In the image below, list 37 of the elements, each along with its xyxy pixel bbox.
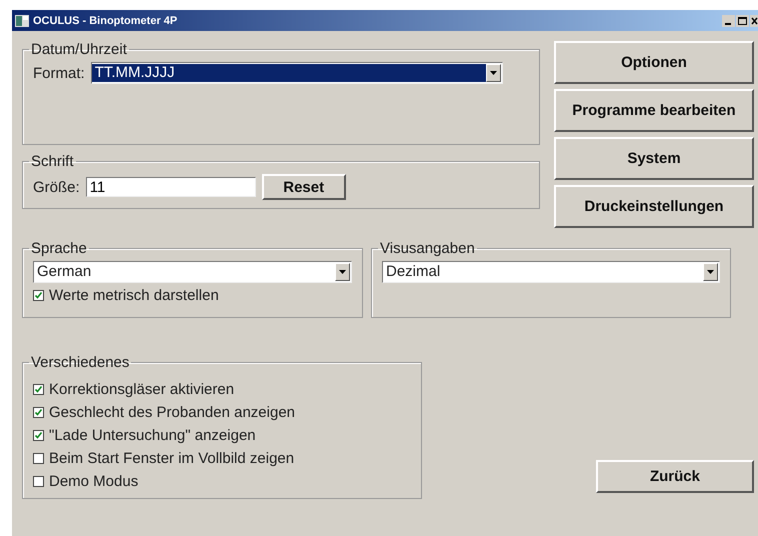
window-title: OCULUS - Binoptometer 4P [33, 14, 178, 26]
checkbox-label[interactable]: Werte metrisch darstellen [49, 287, 219, 304]
checkbox-label[interactable]: Geschlecht des Probanden anzeigen [49, 404, 296, 421]
checkbox[interactable] [33, 476, 44, 487]
size-field[interactable]: 11 [86, 177, 256, 197]
side-button[interactable]: Optionen [554, 41, 754, 84]
group-title: Datum/Uhrzeit [31, 41, 127, 58]
reset-button[interactable]: Reset [262, 174, 346, 200]
group-title: Verschiedenes [31, 354, 130, 371]
checkbox-label[interactable]: "Lade Untersuchung" anzeigen [49, 427, 256, 444]
checkbox-label[interactable]: Beim Start Fenster im Vollbild zeigen [49, 450, 294, 467]
app-icon [15, 14, 29, 26]
dropdown-value: Dezimal [385, 263, 442, 281]
checkbox[interactable] [33, 430, 44, 441]
field-label: Größe: [33, 178, 80, 196]
dropdown-value: German [36, 263, 92, 281]
checkbox[interactable] [33, 407, 44, 418]
checkbox-label[interactable]: Demo Modus [49, 473, 138, 490]
checkbox[interactable] [33, 290, 44, 301]
close-icon[interactable] [750, 14, 758, 26]
checkbox[interactable] [33, 384, 44, 395]
side-button[interactable]: System [554, 137, 754, 180]
minimize-icon[interactable] [722, 14, 735, 26]
back-button[interactable]: Zurück [596, 460, 754, 493]
field-label: Format: [33, 64, 85, 82]
group-title: Schrift [31, 153, 74, 170]
dropdown[interactable]: German [33, 261, 352, 283]
group-title: Visusangaben [380, 240, 475, 257]
group-title: Sprache [31, 240, 87, 257]
checkbox[interactable] [33, 453, 44, 464]
dropdown[interactable]: Dezimal [382, 261, 720, 283]
dropdown[interactable]: TT.MM.JJJJ [90, 62, 503, 84]
dropdown-value: TT.MM.JJJJ [92, 64, 486, 82]
maximize-icon[interactable] [736, 14, 749, 26]
side-button[interactable]: Programme bearbeiten [554, 89, 754, 132]
side-button[interactable]: Druckeinstellungen [554, 185, 754, 228]
checkbox-label[interactable]: Korrektionsgläser aktivieren [49, 381, 234, 398]
